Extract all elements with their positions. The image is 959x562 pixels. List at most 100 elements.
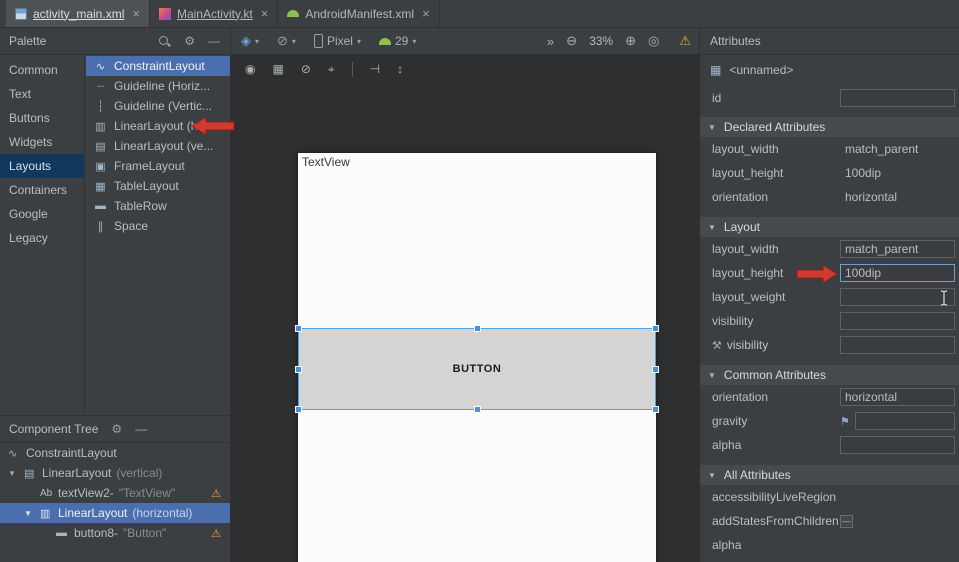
device-selector[interactable]: Pixel ▾ <box>314 34 361 48</box>
section-common-attributes[interactable]: ▼ Common Attributes <box>700 365 959 385</box>
constraintlayout-icon: ∿ <box>8 447 24 460</box>
gravity-input[interactable] <box>855 412 955 430</box>
selection-handle-middle-left[interactable] <box>295 366 302 373</box>
textview-icon: Ab <box>40 488 56 499</box>
visibility-input[interactable] <box>840 312 955 330</box>
id-row: id <box>700 85 959 111</box>
palette-category-widgets[interactable]: Widgets <box>0 130 84 154</box>
attr-value[interactable]: match_parent <box>840 142 918 156</box>
attr-value[interactable]: horizontal <box>840 190 897 204</box>
id-label: id <box>712 91 840 105</box>
device-screen[interactable]: TextView BUTTON <box>298 153 656 562</box>
blueprint-grid-icon[interactable]: ▦ <box>272 62 283 76</box>
layout-weight-input[interactable] <box>840 288 955 306</box>
linearlayout-horizontal-icon: ▥ <box>93 120 108 133</box>
section-layout[interactable]: ▼ Layout <box>700 217 959 237</box>
palette-item-tablelayout[interactable]: ▦ TableLayout <box>86 176 230 196</box>
tree-node-linearlayout-horizontal[interactable]: ▼ ▥ LinearLayout (horizontal) <box>0 503 230 523</box>
toolbar-overflow-icon[interactable]: » <box>547 34 554 49</box>
alpha-input[interactable] <box>840 436 955 454</box>
palette-item-label: ConstraintLayout <box>114 59 205 73</box>
palette-item-constraintlayout[interactable]: ∿ ConstraintLayout <box>86 56 230 76</box>
infer-constraints-icon[interactable]: ⌖ <box>328 62 335 77</box>
tab-label: MainActivity.kt <box>177 7 253 21</box>
theme-selector[interactable]: ⊘ ▾ <box>277 33 296 49</box>
search-icon[interactable] <box>158 35 171 48</box>
eye-icon[interactable]: ◉ <box>245 62 255 76</box>
attr-value[interactable]: 100dip <box>840 166 881 180</box>
component-grid-icon: ▦ <box>710 63 721 77</box>
gear-icon[interactable]: ⚙ <box>184 34 195 48</box>
palette-item-framelayout[interactable]: ▣ FrameLayout <box>86 156 230 176</box>
section-title: Declared Attributes <box>724 120 825 134</box>
palette-category-legacy[interactable]: Legacy <box>0 226 84 250</box>
selection-handle-bottom-left[interactable] <box>295 406 302 413</box>
selection-handle-middle-right[interactable] <box>652 366 659 373</box>
warning-icon[interactable]: ⚠ <box>211 487 221 500</box>
expand-arrow-icon[interactable]: ▼ <box>24 509 40 518</box>
palette-item-tablerow[interactable]: ▬ TableRow <box>86 196 230 216</box>
tree-node-label: LinearLayout <box>42 466 111 480</box>
id-input[interactable] <box>840 89 955 107</box>
palette-category-text[interactable]: Text <box>0 82 84 106</box>
selection-handle-top-right[interactable] <box>652 325 659 332</box>
palette-categories: Common Text Buttons Widgets Layouts Cont… <box>0 56 85 415</box>
palette-category-containers[interactable]: Containers <box>0 178 84 202</box>
canvas-button[interactable]: BUTTON <box>453 363 502 375</box>
zoom-out-button[interactable]: ⊖ <box>566 33 577 49</box>
palette-item-guideline-vertical[interactable]: ┆ Guideline (Vertic... <box>86 96 230 116</box>
palette-category-layouts[interactable]: Layouts <box>0 154 84 178</box>
close-tab-icon[interactable]: × <box>261 6 269 21</box>
warnings-button[interactable]: ⚠ <box>679 33 691 49</box>
close-tab-icon[interactable]: × <box>422 6 430 21</box>
tree-node-textview2[interactable]: Ab textView2- "TextView" ⚠ <box>0 483 230 503</box>
tree-node-constraintlayout[interactable]: ∿ ConstraintLayout <box>0 443 230 463</box>
palette-item-guideline-horizontal[interactable]: ┄ Guideline (Horiz... <box>86 76 230 96</box>
constraintlayout-icon: ∿ <box>93 60 108 73</box>
tab-mainactivity-kt[interactable]: MainActivity.kt × <box>150 0 278 27</box>
zoom-to-fit-button[interactable]: ◎ <box>648 33 659 49</box>
palette-item-linearlayout-vertical[interactable]: ▤ LinearLayout (ve... <box>86 136 230 156</box>
attr-row-alpha: alpha <box>700 433 959 457</box>
palette-category-common[interactable]: Common <box>0 58 84 82</box>
layout-width-input[interactable]: match_parent <box>840 240 955 258</box>
api-level-selector[interactable]: 29 ▾ <box>379 34 416 48</box>
close-tab-icon[interactable]: × <box>132 6 140 21</box>
layout-height-input[interactable]: 100dip <box>840 264 955 282</box>
tree-node-linearlayout-vertical[interactable]: ▼ ▤ LinearLayout (vertical) <box>0 463 230 483</box>
align-bounds-icon[interactable]: ⊣ <box>370 62 380 76</box>
canvas-textview[interactable]: TextView <box>302 155 350 169</box>
expand-vertical-icon[interactable]: ↕ <box>397 62 403 76</box>
api-level-label: 29 <box>395 34 408 48</box>
framelayout-icon: ▣ <box>93 160 108 173</box>
minimize-icon[interactable]: — <box>135 422 147 436</box>
palette-category-google[interactable]: Google <box>0 202 84 226</box>
orientation-input[interactable]: horizontal <box>840 388 955 406</box>
section-all-attributes[interactable]: ▼ All Attributes <box>700 465 959 485</box>
selection-handle-top-left[interactable] <box>295 325 302 332</box>
selection-handle-bottom-center[interactable] <box>474 406 481 413</box>
flag-icon[interactable]: ⚑ <box>840 415 850 428</box>
addstatesfromchildren-checkbox[interactable]: — <box>840 515 853 528</box>
gear-icon[interactable]: ⚙ <box>111 422 122 436</box>
annotation-arrow-palette <box>190 115 236 137</box>
attr-label: visibility <box>712 314 840 328</box>
zoom-in-button[interactable]: ⊕ <box>625 33 636 49</box>
selection-handle-top-center[interactable] <box>474 325 481 332</box>
left-panel: Palette ⚙ — Common Text Buttons Widgets … <box>0 28 230 562</box>
tools-visibility-input[interactable] <box>840 336 955 354</box>
tab-androidmanifest-xml[interactable]: AndroidManifest.xml × <box>278 0 439 27</box>
selected-linearlayout[interactable]: BUTTON <box>298 328 656 410</box>
section-declared-attributes[interactable]: ▼ Declared Attributes <box>700 117 959 137</box>
palette-item-space[interactable]: ∥ Space <box>86 216 230 236</box>
view-mode-button[interactable]: ◈ ▾ <box>241 33 259 49</box>
tab-activity-main-xml[interactable]: activity_main.xml × <box>6 0 150 27</box>
warning-icon[interactable]: ⚠ <box>211 527 221 540</box>
palette-item-label: Space <box>114 219 148 233</box>
selection-handle-bottom-right[interactable] <box>652 406 659 413</box>
palette-category-buttons[interactable]: Buttons <box>0 106 84 130</box>
expand-arrow-icon[interactable]: ▼ <box>8 469 24 478</box>
tree-node-button8[interactable]: ▬ button8- "Button" ⚠ <box>0 523 230 543</box>
magnet-off-icon[interactable]: ⊘ <box>301 62 311 76</box>
minimize-icon[interactable]: — <box>208 34 220 48</box>
